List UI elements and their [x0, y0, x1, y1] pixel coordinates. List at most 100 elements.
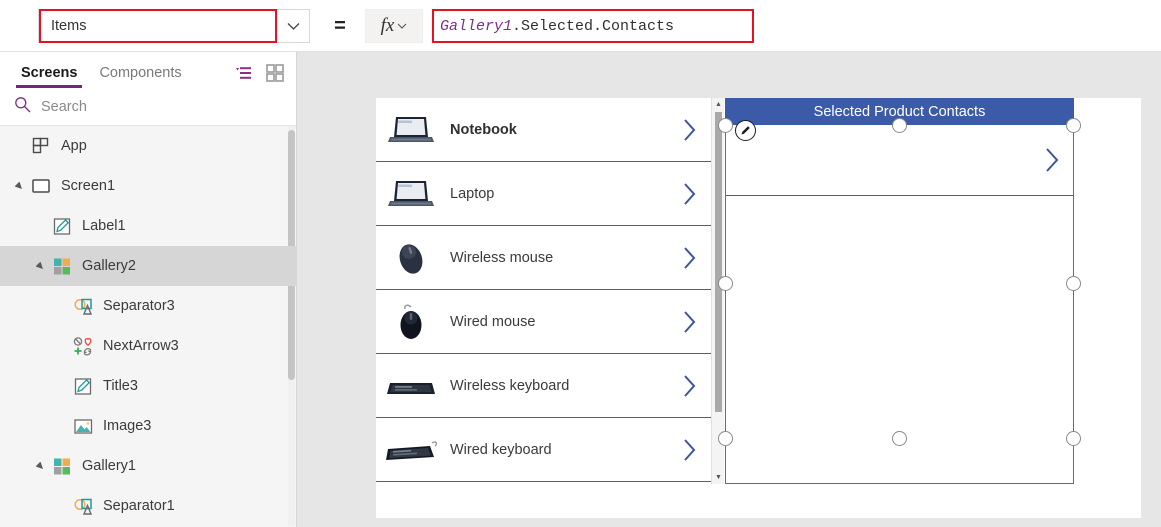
tree-item-label: Image3 [103, 418, 152, 434]
image-icon [73, 416, 94, 437]
next-arrow-icon[interactable] [669, 310, 711, 334]
gallery2-empty-area [726, 196, 1073, 346]
scroll-down-arrow[interactable]: ▼ [712, 471, 725, 484]
next-arrow-icon[interactable] [1031, 147, 1073, 173]
screens-tree: App Screen1 Label1 Gallery2 Separator3 NextAr… [0, 126, 296, 526]
resize-handle-middle-right[interactable] [1066, 276, 1081, 291]
wired-keyboard-thumb [380, 427, 442, 473]
twisty-placeholder [54, 299, 68, 313]
tab-screens[interactable]: Screens [10, 65, 88, 88]
icons-icon [73, 336, 94, 357]
tree-item-nextarrow3[interactable]: NextArrow3 [0, 326, 296, 366]
chevron-down-icon[interactable] [277, 10, 309, 42]
gallery1-item-title: Laptop [450, 185, 495, 202]
gallery2-row[interactable] [726, 125, 1073, 196]
thumbnail-view-icon[interactable] [266, 64, 284, 82]
gallery1-item-title: Wireless keyboard [450, 377, 570, 394]
twisty-placeholder [54, 379, 68, 393]
gallery1-item[interactable]: Laptop [376, 162, 711, 226]
gallery1-item-title: Wireless mouse [450, 249, 554, 266]
scrollbar-thumb[interactable] [715, 112, 722, 412]
tree-item-screen1[interactable]: Screen1 [0, 166, 296, 206]
search-icon [14, 96, 31, 118]
resize-handle-bottom-left[interactable] [718, 431, 733, 446]
left-sidebar: Screens Components Search App Screen1 La… [0, 52, 297, 527]
tree-item-label: Label1 [82, 218, 126, 234]
laptop-thumb [380, 171, 442, 217]
twisty-placeholder [54, 339, 68, 353]
edit-pencil-icon[interactable] [735, 120, 756, 141]
tree-view-icon[interactable] [234, 65, 252, 81]
equals-sign: = [334, 14, 346, 37]
twisty-placeholder [54, 499, 68, 513]
notebook-thumb [380, 107, 442, 153]
next-arrow-icon[interactable] [669, 118, 711, 142]
chevron-down-icon [397, 23, 407, 29]
property-value[interactable]: Items [39, 9, 277, 43]
label-icon [73, 376, 94, 397]
tree-item-image3[interactable]: Image3 [0, 406, 296, 446]
search-input[interactable] [41, 98, 241, 115]
tree-item-label: Screen1 [61, 178, 116, 194]
gallery1-item-title: Wired mouse [450, 313, 536, 330]
app-icon [31, 136, 52, 157]
tree-item-label: Title3 [103, 378, 138, 394]
tree-item-label: Gallery2 [82, 258, 136, 274]
tree-item-title3[interactable]: Title3 [0, 366, 296, 406]
resize-handle-top-left[interactable] [718, 118, 733, 133]
tree-item-gallery1[interactable]: Gallery1 [0, 446, 296, 486]
property-dropdown[interactable]: Items [38, 9, 310, 43]
sidebar-tabs: Screens Components [0, 52, 296, 88]
tab-components-label: Components [99, 65, 182, 81]
scroll-up-arrow[interactable]: ▲ [712, 98, 725, 111]
wired-mouse-thumb [380, 299, 442, 345]
twisty-placeholder [12, 139, 26, 153]
sidebar-view-toggles [234, 64, 284, 82]
formula-identifier: Gallery1 [440, 17, 513, 35]
formula-input[interactable]: Gallery1 .Selected.Contacts [432, 9, 754, 43]
gallery1-item-title: Wired keyboard [450, 441, 552, 458]
gallery1-item[interactable]: Wireless mouse [376, 226, 711, 290]
resize-handle-middle-left[interactable] [718, 276, 733, 291]
search-bar[interactable] [0, 88, 296, 126]
gallery1-scrollbar[interactable]: ▲ ▼ [711, 98, 724, 484]
resize-handle-bottom-center[interactable] [892, 431, 907, 446]
gallery1-item[interactable]: Wireless keyboard [376, 354, 711, 418]
tab-components[interactable]: Components [88, 65, 192, 88]
tree-item-app[interactable]: App [0, 126, 296, 166]
gallery1-product-list[interactable]: Notebook Laptop Wireless mouse Wired mouse W… [376, 98, 711, 484]
next-arrow-icon[interactable] [669, 374, 711, 398]
powerapps-studio: Items = fx Gallery1 .Selected.Contacts Sc… [0, 0, 1161, 527]
next-arrow-icon[interactable] [669, 438, 711, 462]
resize-handle-top-right[interactable] [1066, 118, 1081, 133]
tree-item-gallery2[interactable]: Gallery2 [0, 246, 296, 286]
gallery1-item-title: Notebook [450, 121, 517, 138]
gallery-icon [52, 256, 73, 277]
next-arrow-icon[interactable] [669, 246, 711, 270]
screen-surface: Notebook Laptop Wireless mouse Wired mouse W… [376, 98, 1141, 518]
tree-item-label1[interactable]: Label1 [0, 206, 296, 246]
chevron-expanded-icon[interactable] [12, 179, 26, 193]
chevron-expanded-icon[interactable] [33, 259, 47, 273]
chevron-expanded-icon[interactable] [33, 459, 47, 473]
tree-item-separator3[interactable]: Separator3 [0, 286, 296, 326]
gallery1-item[interactable]: Wired keyboard [376, 418, 711, 482]
gallery-icon [52, 456, 73, 477]
next-arrow-icon[interactable] [669, 182, 711, 206]
fx-button[interactable]: fx [365, 9, 423, 43]
tree-item-label: Gallery1 [82, 458, 136, 474]
resize-handle-bottom-right[interactable] [1066, 431, 1081, 446]
wireless-mouse-thumb [380, 235, 442, 281]
screen-icon [31, 176, 52, 197]
formula-bar: Items = fx Gallery1 .Selected.Contacts [0, 0, 1161, 52]
tree-item-separator1[interactable]: Separator1 [0, 486, 296, 526]
app-canvas: Notebook Laptop Wireless mouse Wired mouse W… [297, 52, 1161, 527]
resize-handle-top-center[interactable] [892, 118, 907, 133]
gallery2-selected-contacts[interactable]: Selected Product Contacts [718, 98, 1081, 484]
tab-screens-label: Screens [21, 65, 78, 81]
gallery1-item[interactable]: Notebook [376, 98, 711, 162]
formula-rest: .Selected.Contacts [512, 17, 675, 35]
tree-item-label: Separator1 [103, 498, 175, 514]
gallery1-item[interactable]: Wired mouse [376, 290, 711, 354]
twisty-placeholder [33, 219, 47, 233]
